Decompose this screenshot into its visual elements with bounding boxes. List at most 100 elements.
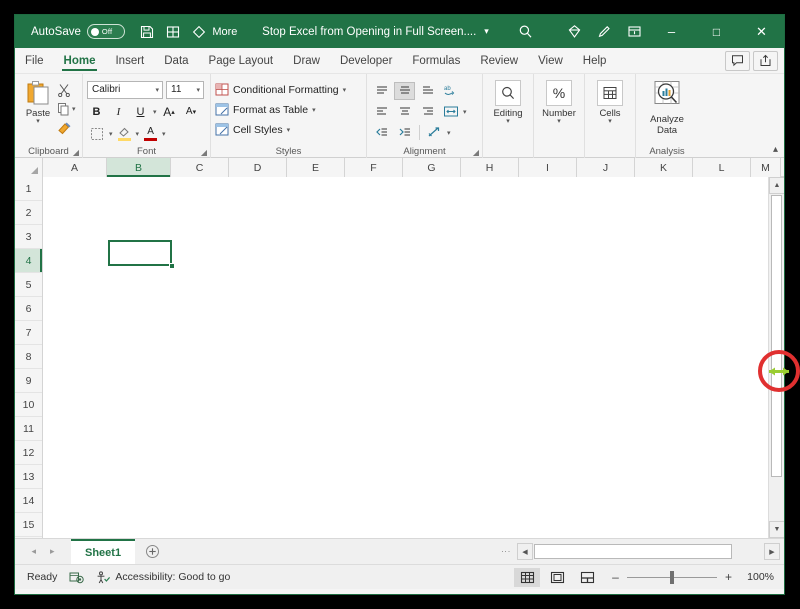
tab-file[interactable]: File [15,48,54,73]
tab-formulas[interactable]: Formulas [402,48,470,73]
chevron-down-icon[interactable]: ▾ [608,119,612,125]
column-header-e[interactable]: E [287,158,345,177]
horizontal-scroll-thumb[interactable] [534,544,732,559]
chevron-down-icon[interactable]: ▾ [484,26,489,37]
horizontal-scroll-track[interactable] [533,543,764,560]
column-header-k[interactable]: K [635,158,693,177]
tab-help[interactable]: Help [573,48,617,73]
autosave-control[interactable]: AutoSave Off [31,24,125,39]
column-header-i[interactable]: I [519,158,577,177]
align-top-button[interactable] [371,82,392,100]
column-header-d[interactable]: D [229,158,287,177]
scroll-right-arrow[interactable]: ▶ [764,543,780,560]
borders-button[interactable] [87,125,106,143]
tab-home[interactable]: Home [54,48,106,73]
align-middle-button[interactable] [394,82,415,100]
next-sheet-icon[interactable]: ▸ [50,546,55,557]
tab-data[interactable]: Data [154,48,198,73]
chevron-down-icon[interactable]: ▾ [162,130,166,138]
zoom-level-label[interactable]: 100% [740,571,774,583]
chevron-down-icon[interactable]: ▾ [506,119,510,125]
row-header-8[interactable]: 8 [15,345,42,369]
italic-button[interactable]: I [109,103,128,121]
copy-button[interactable]: ▾ [57,100,76,117]
scroll-up-arrow[interactable]: ▲ [769,177,784,194]
search-icon[interactable] [515,21,537,43]
sheet-tab-sheet1[interactable]: Sheet1 [71,539,135,564]
paste-button[interactable]: Paste ▾ [19,78,57,125]
chevron-down-icon[interactable]: ▾ [36,119,40,125]
chevron-down-icon[interactable]: ▾ [463,108,467,116]
align-right-button[interactable] [417,103,438,121]
column-header-l[interactable]: L [693,158,751,177]
dialog-launcher-icon[interactable]: ◢ [473,148,479,157]
tab-page-layout[interactable]: Page Layout [199,48,284,73]
row-header-4[interactable]: 4 [15,249,42,273]
vertical-scroll-track[interactable] [769,194,784,521]
more-icon[interactable]: More [213,21,237,43]
table-icon[interactable] [161,21,185,43]
diamond-icon-right[interactable] [559,15,589,48]
zoom-slider-knob[interactable] [670,571,674,584]
align-left-button[interactable] [371,103,392,121]
increase-indent-button[interactable] [394,124,415,142]
chevron-down-icon[interactable]: ▾ [72,105,76,113]
vertical-scroll-thumb[interactable] [771,195,782,477]
column-header-f[interactable]: F [345,158,403,177]
row-header-11[interactable]: 11 [15,417,42,441]
minimize-button[interactable]: – [649,15,694,48]
chevron-down-icon[interactable]: ▾ [155,86,159,94]
analyze-data-button[interactable]: Analyze Data [640,78,694,136]
shrink-font-button[interactable]: A▾ [182,103,201,121]
column-header-h[interactable]: H [461,158,519,177]
align-bottom-button[interactable] [417,82,438,100]
tab-draw[interactable]: Draw [283,48,330,73]
cells-button[interactable]: Cells ▾ [597,78,623,125]
page-break-preview-button[interactable] [574,568,600,587]
scroll-down-arrow[interactable]: ▼ [769,521,784,538]
row-header-14[interactable]: 14 [15,489,42,513]
wrap-text-button[interactable] [440,103,461,121]
ribbon-display-icon[interactable] [619,15,649,48]
chevron-down-icon[interactable]: ▾ [287,126,291,134]
column-header-c[interactable]: C [171,158,229,177]
chevron-down-icon[interactable]: ▾ [136,130,140,138]
accessibility-status[interactable]: Accessibility: Good to go [96,571,230,584]
fill-color-button[interactable] [116,125,133,143]
font-name-input[interactable]: Calibri ▾ [87,81,163,99]
row-header-5[interactable]: 5 [15,273,42,297]
column-header-a[interactable]: A [43,158,107,177]
dialog-launcher-icon[interactable]: ◢ [73,148,79,157]
font-size-input[interactable]: 11 ▾ [166,81,204,99]
tab-insert[interactable]: Insert [105,48,154,73]
share-icon[interactable] [753,51,778,71]
tab-review[interactable]: Review [470,48,528,73]
chevron-down-icon[interactable]: ▾ [343,86,347,94]
column-header-m[interactable]: M [751,158,781,177]
maximize-button[interactable]: □ [694,15,739,48]
dialog-launcher-icon[interactable]: ◢ [201,148,207,157]
save-icon[interactable] [135,21,159,43]
select-all-corner[interactable] [15,158,43,177]
row-header-12[interactable]: 12 [15,441,42,465]
grow-font-button[interactable]: A▴ [160,103,179,121]
normal-view-button[interactable] [514,568,540,587]
row-header-1[interactable]: 1 [15,177,42,201]
chevron-down-icon[interactable]: ▾ [447,129,451,137]
row-header-2[interactable]: 2 [15,201,42,225]
page-layout-view-button[interactable] [544,568,570,587]
row-header-6[interactable]: 6 [15,297,42,321]
number-button[interactable]: % Number ▾ [542,78,576,125]
selected-cell-b4[interactable] [108,240,172,266]
fill-handle[interactable] [169,263,175,269]
chevron-down-icon[interactable]: ▾ [109,130,113,138]
orientation-button[interactable]: ab [440,82,461,100]
merge-cells-button[interactable] [424,124,445,142]
add-sheet-button[interactable] [135,539,169,564]
row-header-9[interactable]: 9 [15,369,42,393]
close-button[interactable]: ✕ [739,15,784,48]
row-header-3[interactable]: 3 [15,225,42,249]
align-center-button[interactable] [394,103,415,121]
collapse-ribbon-icon[interactable]: ▴ [773,144,778,155]
row-header-13[interactable]: 13 [15,465,42,489]
